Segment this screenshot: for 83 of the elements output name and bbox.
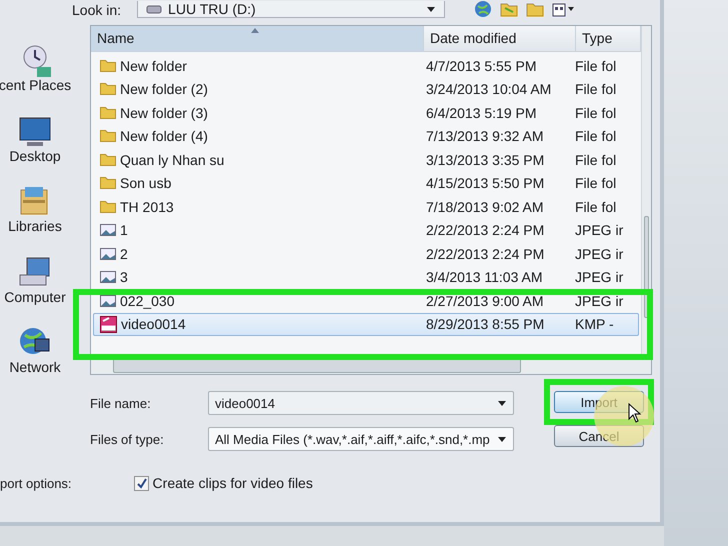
caret-icon xyxy=(426,5,436,13)
look-in-dropdown[interactable]: LUU TRU (D:) xyxy=(137,1,446,18)
date-modified: 8/29/2013 8:55 PM xyxy=(426,316,544,332)
file-name: New folder xyxy=(120,58,187,74)
file-row[interactable]: New folder (2) 3/24/2013 10:04 AM File fol xyxy=(93,78,639,101)
image-file-icon xyxy=(100,248,116,260)
file-name: Quan ly Nhan su xyxy=(120,152,224,168)
file-type: JPEG ir xyxy=(575,222,624,238)
file-row[interactable]: New folder (3) 6/4/2013 5:19 PM File fol xyxy=(93,101,639,124)
date-modified: 3/24/2013 10:04 AM xyxy=(426,81,552,98)
date-modified: 7/13/2013 9:32 AM xyxy=(426,128,544,144)
file-row[interactable]: 3 3/4/2013 11:03 AM JPEG ir xyxy=(93,266,639,289)
file-name: 3 xyxy=(120,269,128,286)
file-row[interactable]: New folder 4/7/2013 5:55 PM File fol xyxy=(93,54,639,78)
file-name: New folder (3) xyxy=(120,104,208,121)
caret-icon xyxy=(497,435,507,443)
sidebar-item[interactable]: Libraries xyxy=(0,170,86,234)
date-modified: 3/13/2013 3:35 PM xyxy=(426,152,544,168)
date-modified: 6/4/2013 5:19 PM xyxy=(426,104,537,121)
sidebar-item[interactable]: Desktop xyxy=(0,99,86,164)
file-name: video0014 xyxy=(121,316,186,332)
file-type: File fol xyxy=(575,152,616,168)
create-clips-checkbox[interactable]: Create clips for video files xyxy=(134,475,313,491)
file-name: TH 2013 xyxy=(120,198,174,215)
column-header[interactable]: Date modified xyxy=(424,26,576,51)
file-type: File fol xyxy=(575,128,616,144)
checkmark-icon xyxy=(136,478,147,488)
date-modified: 2/27/2013 9:00 AM xyxy=(426,292,544,309)
video-file-icon xyxy=(100,316,117,333)
file-name: New folder (4) xyxy=(120,128,208,144)
image-file-icon xyxy=(100,271,116,284)
file-row[interactable]: New folder (4) 7/13/2013 9:32 AM File fol xyxy=(93,124,639,148)
folder-icon xyxy=(100,106,116,119)
file-type: JPEG ir xyxy=(575,292,624,309)
caret-icon xyxy=(497,399,507,407)
file-row[interactable]: 1 2/22/2013 2:24 PM JPEG ir xyxy=(93,218,639,242)
file-row[interactable]: video0014 8/29/2013 8:55 PM KMP - xyxy=(93,312,639,336)
file-type: KMP - xyxy=(575,316,614,332)
date-modified: 7/18/2013 9:02 AM xyxy=(426,198,544,215)
file-row[interactable]: 2 2/22/2013 2:24 PM JPEG ir xyxy=(93,242,639,266)
image-file-icon xyxy=(100,294,116,307)
file-name-label: File name: xyxy=(90,396,152,410)
globe-icon xyxy=(473,0,494,18)
cursor-icon xyxy=(628,403,642,423)
file-type: File fol xyxy=(575,81,616,98)
file-row[interactable]: 022_030 2/27/2013 9:00 AM JPEG ir xyxy=(93,289,639,312)
date-modified: 3/4/2013 11:03 AM xyxy=(426,269,542,286)
folder-icon xyxy=(100,130,116,142)
file-type: File fol xyxy=(575,198,616,215)
image-file-icon xyxy=(100,224,116,236)
file-type-dropdown[interactable]: All Media Files (*.wav,*.aif,*.aiff,*.aifc,*.snd,*.mp xyxy=(208,427,514,451)
file-type: JPEG ir xyxy=(575,269,624,286)
folder-icon xyxy=(100,200,116,213)
file-row[interactable]: Quan ly Nhan su 3/13/2013 3:35 PM File fol xyxy=(93,148,639,172)
file-name-field[interactable]: video0014 xyxy=(208,391,514,415)
file-name: Son usb xyxy=(120,175,172,192)
date-modified: 2/22/2013 2:24 PM xyxy=(426,222,544,238)
date-modified: 4/7/2013 5:55 PM xyxy=(426,58,537,74)
import-options-label: port options: xyxy=(0,476,72,490)
file-name: 022_030 xyxy=(120,292,175,309)
sidebar-item[interactable]: Network xyxy=(0,310,86,376)
column-header[interactable]: Name xyxy=(91,26,424,51)
drive-icon xyxy=(146,4,162,14)
sort-arrow-icon xyxy=(251,28,259,33)
folder-icon xyxy=(100,177,116,190)
file-name: 1 xyxy=(120,222,128,238)
file-type: JPEG ir xyxy=(575,246,624,262)
file-type: File fol xyxy=(575,175,616,192)
folder-icon xyxy=(100,83,116,96)
vertical-scrollbar[interactable] xyxy=(641,26,651,355)
file-type-label: Files of type: xyxy=(90,432,165,446)
file-type: File fol xyxy=(575,58,616,74)
sidebar-item[interactable]: Computer xyxy=(0,240,86,305)
date-modified: 4/15/2013 5:50 PM xyxy=(426,175,544,192)
file-name: New folder (2) xyxy=(120,81,208,98)
file-name: 2 xyxy=(120,246,128,262)
file-row[interactable]: TH 2013 7/18/2013 9:02 AM File fol xyxy=(93,195,639,218)
file-type: File fol xyxy=(575,104,616,121)
folder-icon xyxy=(100,154,116,166)
folder-icon xyxy=(100,60,116,72)
file-row[interactable]: Son usb 4/15/2013 5:50 PM File fol xyxy=(93,172,639,195)
date-modified: 2/22/2013 2:24 PM xyxy=(426,246,544,262)
look-in-label: Look in: xyxy=(72,2,122,18)
